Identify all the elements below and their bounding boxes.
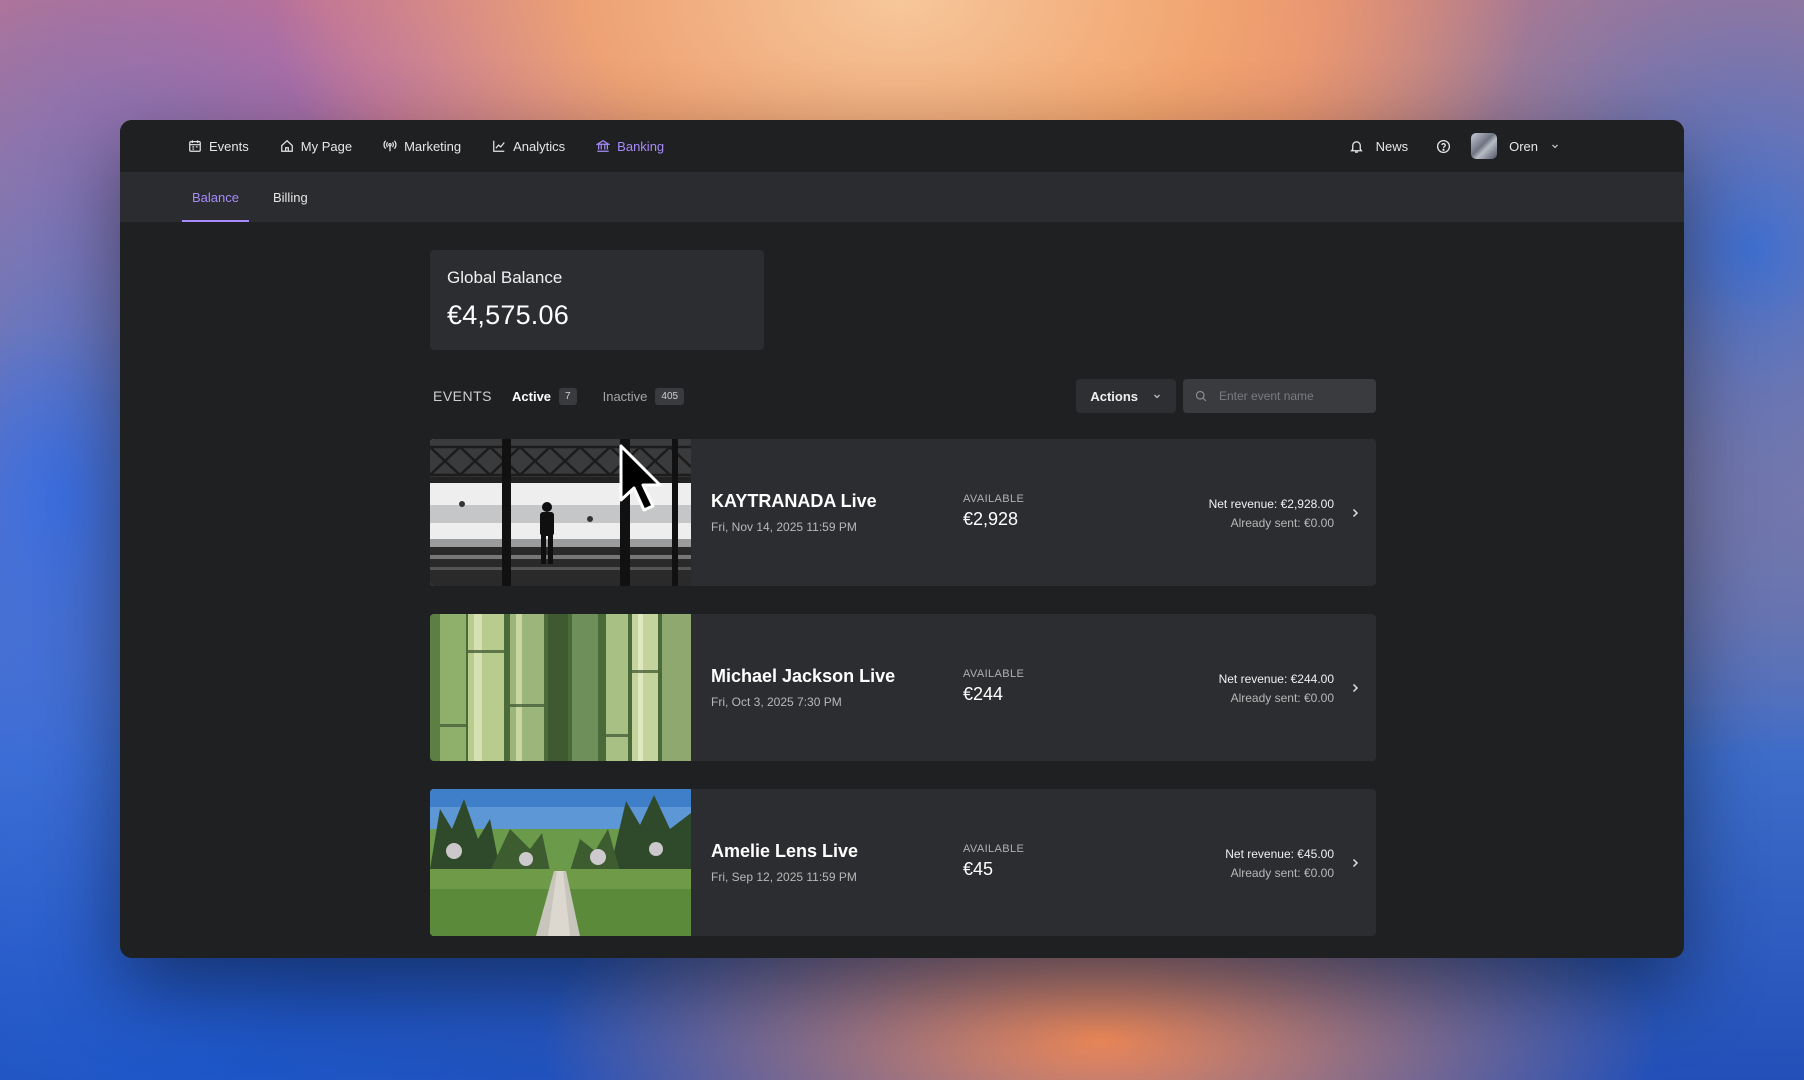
news-label: News <box>1375 138 1409 154</box>
nav-item-label: My Page <box>300 138 353 154</box>
bank-icon <box>596 140 611 152</box>
avatar <box>1471 133 1498 159</box>
filter-label: Active <box>512 388 552 404</box>
event-revenue: Net revenue: €244.00 Already sent: €0.00 <box>1129 614 1334 761</box>
event-name: KAYTRANADA Live <box>711 491 877 511</box>
event-date: Fri, Oct 3, 2025 7:30 PM <box>711 695 842 709</box>
broadcast-icon <box>383 140 397 152</box>
event-info: Michael Jackson Live Fri, Oct 3, 2025 7:… <box>691 614 963 761</box>
balance-value: €4,575.06 <box>447 300 569 330</box>
nav-item-label: Marketing <box>404 138 462 154</box>
event-image <box>430 614 691 761</box>
toolbar-right: Actions <box>1076 379 1376 413</box>
filter-active[interactable]: Active 7 <box>512 387 577 405</box>
bell-icon <box>1349 140 1363 153</box>
nav-item-label: Events <box>209 138 249 154</box>
already-sent: Already sent: €0.00 <box>1230 866 1334 880</box>
events-heading: EVENTS <box>433 388 493 404</box>
home-icon <box>280 139 293 152</box>
tab-label: Balance <box>192 189 239 205</box>
events-toolbar: EVENTS Active 7 Inactive 405 Actions <box>430 379 1376 413</box>
search-icon <box>1195 390 1207 402</box>
event-card[interactable]: Michael Jackson Live Fri, Oct 3, 2025 7:… <box>430 614 1376 761</box>
event-card[interactable]: Amelie Lens Live Fri, Sep 12, 2025 11:59… <box>430 789 1376 936</box>
sub-nav: Balance Billing <box>120 172 1684 222</box>
nav-right: News Oren <box>1349 133 1616 159</box>
event-image <box>430 789 691 936</box>
user-menu[interactable]: Oren <box>1471 133 1560 159</box>
chevron-right-icon[interactable] <box>1334 789 1376 936</box>
event-available: AVAILABLE €2,928 <box>963 439 1129 586</box>
already-sent: Already sent: €0.00 <box>1230 691 1334 705</box>
chevron-down-icon <box>1552 144 1558 149</box>
event-revenue: Net revenue: €45.00 Already sent: €0.00 <box>1129 789 1334 936</box>
calendar-icon <box>189 140 201 152</box>
event-revenue: Net revenue: €2,928.00 Already sent: €0.… <box>1129 439 1334 586</box>
available-value: €2,928 <box>963 509 1019 529</box>
event-available: AVAILABLE €244 <box>963 614 1129 761</box>
main-content: Global Balance €4,575.06 EVENTS Active 7… <box>430 250 1376 958</box>
chevron-right-icon[interactable] <box>1334 439 1376 586</box>
chart-icon <box>493 140 505 152</box>
event-name: Michael Jackson Live <box>711 666 896 686</box>
available-label: AVAILABLE <box>963 668 1025 680</box>
event-name: Amelie Lens Live <box>711 841 859 861</box>
event-info: KAYTRANADA Live Fri, Nov 14, 2025 11:59 … <box>691 439 963 586</box>
available-label: AVAILABLE <box>963 493 1025 505</box>
event-list: KAYTRANADA Live Fri, Nov 14, 2025 11:59 … <box>430 439 1376 936</box>
chevron-down-icon <box>1154 394 1160 399</box>
help-icon <box>1437 139 1451 153</box>
event-info: Amelie Lens Live Fri, Sep 12, 2025 11:59… <box>691 789 963 936</box>
search-box <box>1183 379 1376 413</box>
event-card[interactable]: KAYTRANADA Live Fri, Nov 14, 2025 11:59 … <box>430 439 1376 586</box>
nav-item-marketing[interactable]: Marketing <box>383 139 461 154</box>
net-revenue: Net revenue: €244.00 <box>1218 672 1334 686</box>
filter-count: 405 <box>655 387 685 405</box>
tab-billing[interactable]: Billing <box>263 172 318 222</box>
tab-label: Billing <box>272 189 308 205</box>
global-balance-card: Global Balance €4,575.06 <box>430 250 764 350</box>
filter-label: Inactive <box>602 388 648 404</box>
actions-label: Actions <box>1090 388 1138 404</box>
event-date: Fri, Nov 14, 2025 11:59 PM <box>711 520 857 534</box>
filter-inactive[interactable]: Inactive 405 <box>602 387 685 405</box>
available-value: €45 <box>963 859 994 879</box>
nav-item-events[interactable]: Events <box>188 139 249 154</box>
balance-title: Global Balance <box>447 268 563 287</box>
news-button[interactable]: News <box>1349 138 1409 154</box>
chevron-right-icon[interactable] <box>1334 614 1376 761</box>
search-input[interactable] <box>1219 389 1359 403</box>
available-value: €244 <box>963 684 1004 704</box>
net-revenue: Net revenue: €45.00 <box>1225 847 1334 861</box>
actions-dropdown[interactable]: Actions <box>1076 379 1176 413</box>
nav-menu: Events My Page Marketing Analytics Banki… <box>188 139 695 154</box>
nav-item-label: Banking <box>617 138 665 154</box>
available-label: AVAILABLE <box>963 843 1025 855</box>
event-available: AVAILABLE €45 <box>963 789 1129 936</box>
mouse-cursor-icon <box>619 444 662 512</box>
top-nav: Events My Page Marketing Analytics Banki… <box>120 120 1684 172</box>
nav-item-banking[interactable]: Banking <box>596 139 664 154</box>
filter-count: 7 <box>559 387 577 405</box>
nav-item-analytics[interactable]: Analytics <box>492 139 565 154</box>
help-button[interactable] <box>1436 139 1451 154</box>
already-sent: Already sent: €0.00 <box>1230 516 1334 530</box>
net-revenue: Net revenue: €2,928.00 <box>1208 497 1334 511</box>
nav-item-label: Analytics <box>513 138 566 154</box>
user-name: Oren <box>1509 138 1538 154</box>
tab-balance[interactable]: Balance <box>182 172 249 222</box>
app-window: Events My Page Marketing Analytics Banki… <box>120 120 1684 958</box>
event-date: Fri, Sep 12, 2025 11:59 PM <box>711 870 857 884</box>
nav-item-my-page[interactable]: My Page <box>280 139 352 154</box>
